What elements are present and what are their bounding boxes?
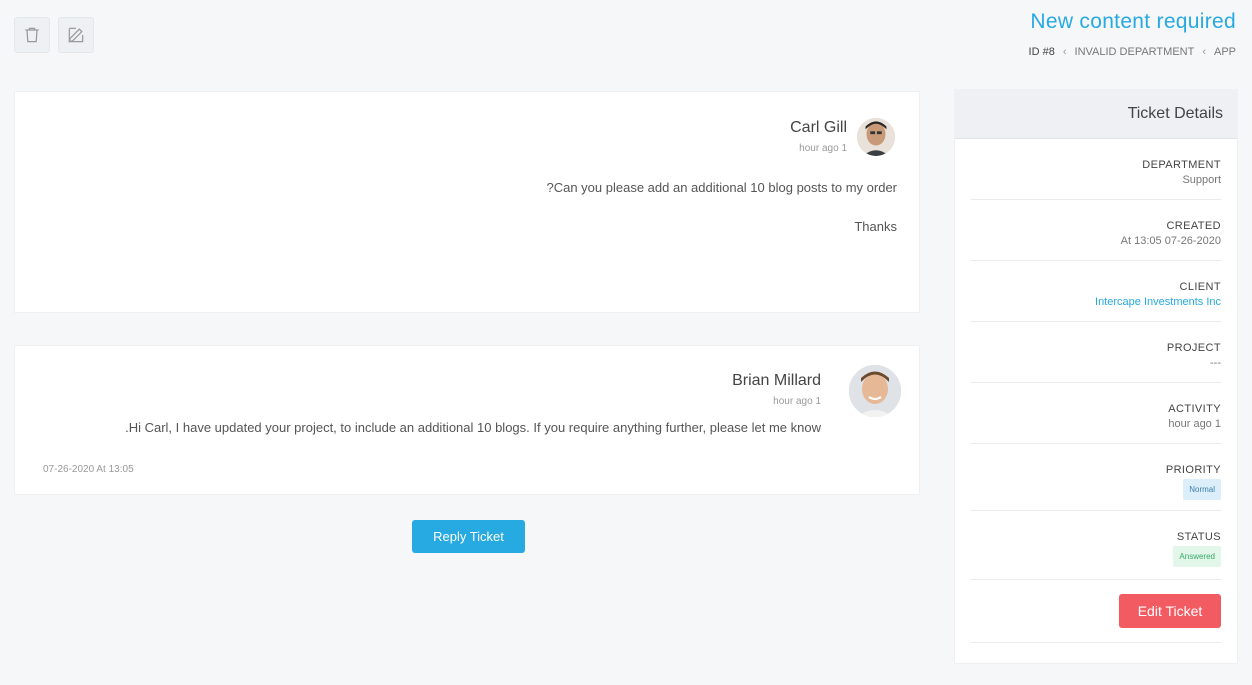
- chevron-icon: ›: [1202, 46, 1206, 58]
- ticket-message: Carl Gill 1 hour ago Can you please add …: [14, 91, 920, 313]
- trash-icon: [25, 27, 39, 43]
- edit-icon: [68, 27, 84, 43]
- priority-badge: Normal: [1183, 479, 1221, 500]
- page-title: New content required: [1030, 10, 1236, 33]
- detail-label: CREATED: [1166, 220, 1221, 232]
- status-badge: Answered: [1173, 546, 1221, 567]
- detail-status: STATUS Answered: [971, 511, 1221, 580]
- client-link[interactable]: Intercape Investments Inc: [971, 296, 1221, 308]
- detail-created: CREATED 07-26-2020 At 13:05: [971, 200, 1221, 261]
- detail-department: DEPARTMENT Support: [971, 139, 1221, 200]
- edit-button[interactable]: [58, 17, 94, 53]
- breadcrumb-item-ticket-id: ID #8: [1028, 46, 1055, 58]
- detail-label: PROJECT: [1166, 342, 1221, 354]
- detail-label: PRIORITY: [1165, 464, 1221, 476]
- delete-button[interactable]: [14, 17, 50, 53]
- ticket-actions: [14, 17, 94, 53]
- edit-ticket-row: Edit Ticket: [971, 580, 1221, 643]
- message-time: 1 hour ago: [773, 396, 821, 407]
- detail-value: 07-26-2020 At 13:05: [1120, 235, 1221, 247]
- detail-project: PROJECT ---: [971, 322, 1221, 383]
- edit-ticket-button[interactable]: Edit Ticket: [1119, 594, 1221, 628]
- detail-client: CLIENT Intercape Investments Inc: [971, 261, 1221, 322]
- page-header: New content required APP › INVALID DEPAR…: [1029, 10, 1236, 58]
- message-text: Can you please add an additional 10 blog…: [546, 180, 897, 195]
- message-author: Carl Gill: [790, 119, 847, 136]
- detail-label: CLIENT: [1179, 281, 1221, 293]
- avatar: [849, 365, 901, 417]
- ticket-details-panel: Ticket Details DEPARTMENT Support CREATE…: [954, 89, 1238, 664]
- message-time: 1 hour ago: [799, 143, 847, 154]
- message-text: Hi Carl, I have updated your project, to…: [125, 420, 821, 435]
- message-text: Thanks: [854, 219, 897, 234]
- message-author: Brian Millard: [732, 372, 821, 389]
- detail-label: STATUS: [1176, 531, 1221, 543]
- reply-ticket-button[interactable]: Reply Ticket: [412, 520, 525, 553]
- message-timestamp: 07-26-2020 At 13:05: [43, 464, 134, 475]
- detail-value: Support: [1182, 174, 1221, 186]
- avatar: [857, 118, 895, 156]
- ticket-message: Brian Millard 1 hour ago Hi Carl, I have…: [14, 345, 920, 495]
- detail-value: 1 hour ago: [1168, 418, 1221, 430]
- detail-activity: ACTIVITY 1 hour ago: [971, 383, 1221, 444]
- avatar-image: [849, 365, 901, 417]
- ticket-details-heading: Ticket Details: [955, 90, 1237, 139]
- detail-label: DEPARTMENT: [1142, 159, 1221, 171]
- detail-value: ---: [1210, 357, 1221, 369]
- detail-label: ACTIVITY: [1168, 403, 1221, 415]
- chevron-icon: ›: [1062, 46, 1067, 58]
- breadcrumb: APP › INVALID DEPARTMENT › ID #8: [1029, 46, 1236, 58]
- detail-priority: PRIORITY Normal: [971, 444, 1221, 511]
- breadcrumb-item-app[interactable]: APP: [1214, 46, 1236, 58]
- avatar-image: [857, 118, 895, 156]
- breadcrumb-item-department[interactable]: INVALID DEPARTMENT: [1075, 46, 1195, 58]
